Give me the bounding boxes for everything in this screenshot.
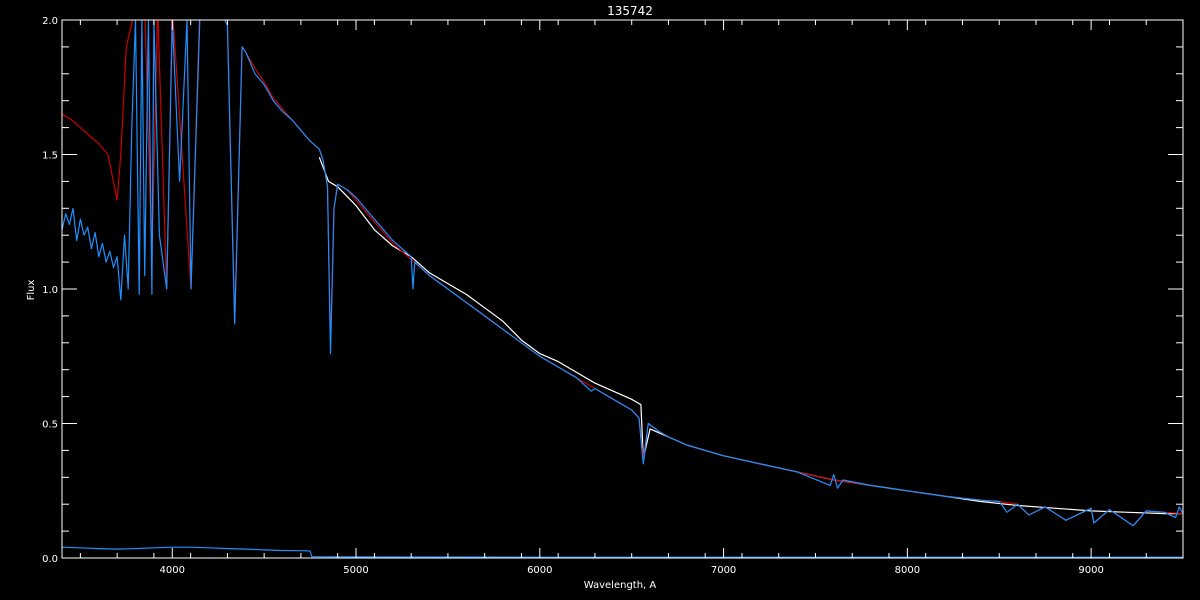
series-line-3 — [62, 20, 1183, 527]
chart-title: 135742 — [607, 4, 653, 18]
series-layer — [62, 20, 1183, 558]
y-tick-label: 1.5 — [42, 151, 58, 162]
x-tick-label: 8000 — [895, 565, 920, 576]
series-line-2 — [62, 20, 1183, 527]
ticks-layer: 4000 5000 6000 7000 8000 9000 0.0 0.5 1.0 1.5 2.0 — [42, 16, 1184, 576]
x-tick-label: 9000 — [1078, 565, 1103, 576]
y-axis-label: Flux — [26, 280, 37, 301]
series-line-4 — [62, 546, 1183, 558]
series-line-1 — [318, 156, 1183, 515]
y-tick-label: 2.0 — [42, 16, 58, 27]
plot-frame — [61, 19, 1184, 559]
x-tick-label: 6000 — [527, 565, 552, 576]
y-tick-label: 0.0 — [42, 554, 58, 565]
x-tick-label: 7000 — [711, 565, 736, 576]
x-tick-label: 5000 — [343, 565, 368, 576]
x-tick-label: 4000 — [160, 565, 185, 576]
y-tick-label: 0.5 — [42, 420, 58, 431]
y-tick-label: 1.0 — [42, 285, 58, 296]
x-axis-label: Wavelength, A — [584, 580, 657, 591]
spectrum-chart: 135742 Flux Wavelength, A 4000 5000 6000 70… — [26, 4, 1184, 591]
